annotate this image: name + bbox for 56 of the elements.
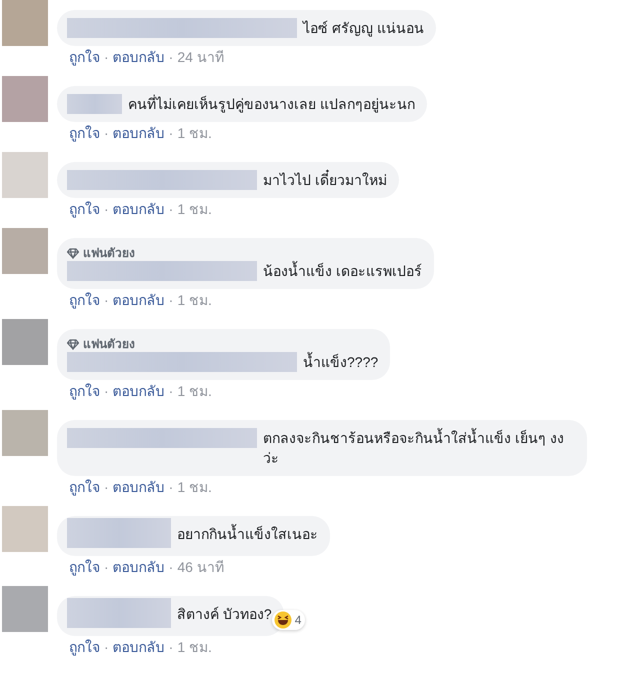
separator-dot: · xyxy=(104,639,109,655)
like-link[interactable]: ถูกใจ xyxy=(69,639,100,655)
comment-text: มาไวไป เดี๋ยวมาใหม่ xyxy=(263,170,387,190)
avatar[interactable] xyxy=(2,0,48,46)
comment-text: อยากกินน้ำแข็งใสเนอะ xyxy=(177,524,318,544)
separator-dot: · xyxy=(168,292,174,308)
laughing-emoji-icon xyxy=(274,611,292,629)
like-link[interactable]: ถูกใจ xyxy=(69,201,100,217)
reply-link[interactable]: ตอบกลับ xyxy=(112,639,165,655)
separator-dot: · xyxy=(104,201,109,217)
reaction-count: 4 xyxy=(294,613,302,627)
avatar[interactable] xyxy=(2,506,48,552)
like-link[interactable]: ถูกใจ xyxy=(69,292,100,308)
avatar[interactable] xyxy=(2,586,48,632)
reply-link[interactable]: ตอบกลับ xyxy=(112,201,165,217)
like-link[interactable]: ถูกใจ xyxy=(69,125,100,141)
comment-text: น้องน้ำแข็ง เดอะแรพเปอร์ xyxy=(263,261,422,281)
avatar[interactable] xyxy=(2,319,48,365)
comment-text: คนที่ไม่เคยเห็นรูปคู่ของนางเลย แปลกๆอยู่นะนก xyxy=(128,94,415,114)
comment-text: ไอซ์ ศรัญญู แน่นอน xyxy=(303,19,424,38)
redacted-name xyxy=(67,94,122,114)
like-link[interactable]: ถูกใจ xyxy=(69,479,100,495)
avatar[interactable] xyxy=(2,410,48,456)
separator-dot: · xyxy=(168,559,174,575)
like-link[interactable]: ถูกใจ xyxy=(69,559,100,575)
reply-link[interactable]: ตอบกลับ xyxy=(112,383,165,399)
avatar[interactable] xyxy=(2,76,48,122)
reply-link[interactable]: ตอบกลับ xyxy=(112,49,165,65)
comment-text: ตกลงจะกินชาร้อนหรือจะกินน้ำใส่น้ำแข็ง เย็นๆ งงว่ะ xyxy=(263,428,565,468)
separator-dot: · xyxy=(104,479,109,495)
comment-text: น้ำแข็ง???? xyxy=(303,352,378,372)
separator-dot: · xyxy=(168,125,174,141)
reaction-badge[interactable]: 4 xyxy=(272,610,306,630)
separator-dot: · xyxy=(104,383,109,399)
fan-badge-label: แฟนตัวยง xyxy=(83,246,135,261)
diamond-icon xyxy=(67,339,79,350)
separator-dot: · xyxy=(168,479,174,495)
separator-dot: · xyxy=(168,201,174,217)
separator-dot: · xyxy=(104,559,109,575)
like-link[interactable]: ถูกใจ xyxy=(69,383,100,399)
avatar[interactable] xyxy=(2,152,48,198)
comment-text: สิตางค์ บัวทอง? xyxy=(177,605,272,624)
separator-dot: · xyxy=(104,125,109,141)
separator-dot: · xyxy=(168,49,174,65)
like-link[interactable]: ถูกใจ xyxy=(69,49,100,65)
separator-dot: · xyxy=(168,639,174,655)
separator-dot: · xyxy=(104,49,109,65)
separator-dot: · xyxy=(104,292,109,308)
separator-dot: · xyxy=(168,383,174,399)
reply-link[interactable]: ตอบกลับ xyxy=(112,479,165,495)
reply-link[interactable]: ตอบกลับ xyxy=(112,292,165,308)
reply-link[interactable]: ตอบกลับ xyxy=(112,125,165,141)
avatar[interactable] xyxy=(2,228,48,274)
fan-badge-label: แฟนตัวยง xyxy=(83,337,135,352)
reply-link[interactable]: ตอบกลับ xyxy=(112,559,165,575)
diamond-icon xyxy=(67,248,79,259)
